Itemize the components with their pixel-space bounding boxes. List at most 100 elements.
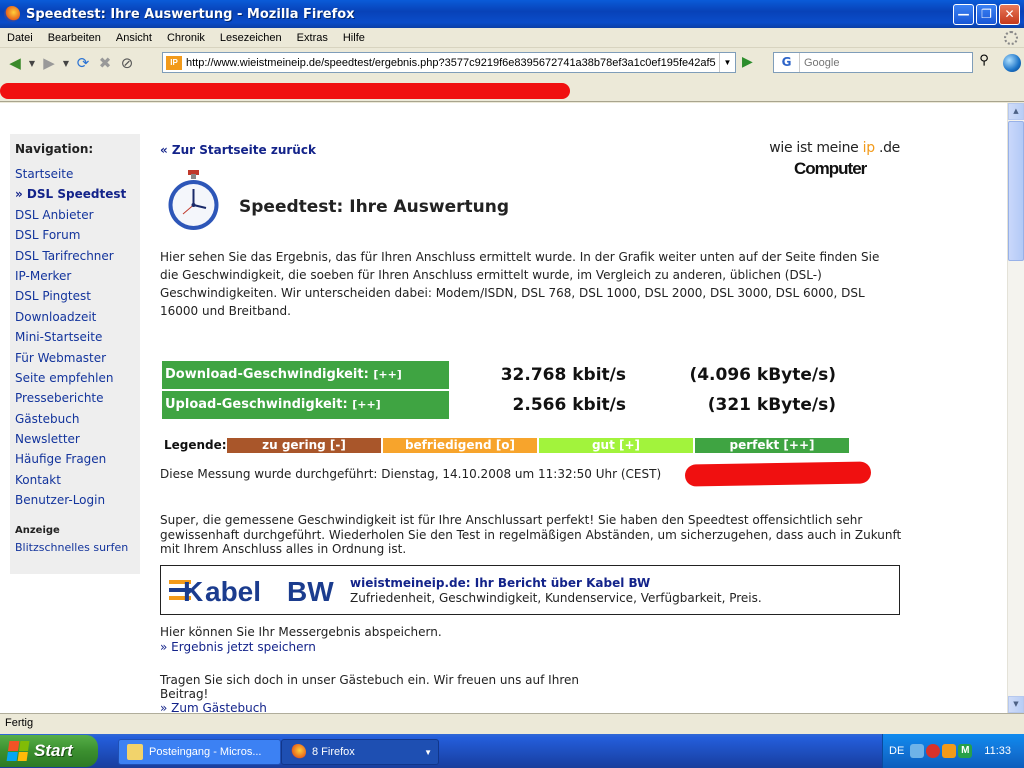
scroll-up-arrow-icon[interactable]: ▲: [1008, 103, 1024, 120]
download-grade: [++]: [373, 368, 402, 381]
site-favicon-icon: IP: [166, 55, 182, 70]
sidebar-item-dsl-tarifrechner[interactable]: DSL Tarifrechner: [15, 246, 135, 266]
sidebar-heading: Navigation:: [15, 142, 94, 156]
logo-ip-text: ip: [862, 140, 875, 156]
window-title: Speedtest: Ihre Auswertung - Mozilla Fir…: [26, 6, 355, 22]
system-tray: DE M 11:33: [882, 734, 1024, 768]
kabel-bw-banner[interactable]: K abel BW wieistmeineip.de: Ihr Bericht …: [160, 565, 900, 615]
vertical-scrollbar[interactable]: ▲ ▼: [1007, 103, 1024, 713]
sidebar-item-dsl-pingtest[interactable]: DSL Pingtest: [15, 286, 135, 306]
status-bar: Fertig: [0, 713, 1024, 734]
page-content: Navigation: Startseite » DSL Speedtest D…: [0, 103, 1007, 713]
maximize-button[interactable]: ❐: [976, 3, 997, 25]
measurement-timestamp: Diese Messung wurde durchgeführt: Dienst…: [160, 467, 662, 481]
sidebar-item-gaestebuch[interactable]: Gästebuch: [15, 409, 135, 429]
upload-row: Upload-Geschwindigkeit: [++] 2.566 kbit/…: [162, 391, 852, 421]
stop-icon[interactable]: ✖: [94, 52, 116, 74]
security-icon[interactable]: [926, 744, 941, 758]
mail-icon: [127, 744, 143, 760]
url-dropdown-button[interactable]: ▼: [719, 53, 735, 72]
menu-bar: Datei Bearbeiten Ansicht Chronik Lesezei…: [0, 28, 1024, 48]
legend-befriedigend: befriedigend [o]: [383, 437, 537, 453]
url-bar[interactable]: IP http://www.wieistmeineip.de/speedtest…: [162, 52, 736, 73]
sidebar-item-dsl-speedtest[interactable]: » DSL Speedtest: [15, 184, 135, 204]
stopwatch-icon: [168, 170, 219, 230]
site-logo[interactable]: wie ist meine ip .de Computer Bild: [740, 140, 900, 191]
sidebar-item-startseite[interactable]: Startseite: [15, 164, 135, 184]
redaction-mark-ip: [684, 461, 872, 487]
messenger-icon[interactable]: M: [958, 744, 973, 758]
menu-extras[interactable]: Extras: [290, 32, 336, 44]
go-arrow-icon[interactable]: ▶: [742, 54, 760, 72]
sidebar-item-ip-merker[interactable]: IP-Merker: [15, 266, 135, 286]
guestbook-text: Tragen Sie sich doch in unser Gästebuch …: [160, 673, 579, 701]
logo-bild-text: Bild: [796, 180, 812, 189]
forward-history-dropdown[interactable]: ▼: [60, 52, 72, 74]
menu-chronik[interactable]: Chronik: [160, 32, 213, 44]
clock-time[interactable]: 11:33: [984, 745, 1011, 757]
back-to-home-link[interactable]: « Zur Startseite zurück: [160, 143, 316, 157]
update-icon[interactable]: [942, 744, 957, 758]
minimize-button[interactable]: —: [953, 3, 974, 25]
menu-hilfe[interactable]: Hilfe: [336, 32, 373, 44]
network-icon[interactable]: [910, 744, 925, 758]
close-button[interactable]: ✕: [999, 3, 1020, 25]
kabel-logo-bw: BW: [287, 576, 334, 607]
start-button[interactable]: Start: [0, 735, 98, 767]
sidebar-nav-list: Startseite » DSL Speedtest DSL Anbieter …: [15, 164, 135, 511]
search-bar[interactable]: G: [773, 52, 973, 73]
logo-wie-text: wie ist meine: [769, 140, 863, 156]
download-row: Download-Geschwindigkeit: [++] 32.768 kb…: [162, 361, 852, 391]
back-arrow-icon[interactable]: ◀: [4, 52, 26, 74]
download-kbit: 32.768 kbit/s: [500, 365, 626, 385]
window-titlebar[interactable]: Speedtest: Ihre Auswertung - Mozilla Fir…: [0, 0, 1024, 28]
download-kbyte: (4.096 kByte/s): [689, 365, 836, 385]
kabel-bw-subtitle: Zufriedenheit, Geschwindigkeit, Kundense…: [350, 591, 762, 605]
search-magnifier-icon[interactable]: ⚲: [974, 53, 994, 72]
menu-lesezeichen[interactable]: Lesezeichen: [213, 32, 290, 44]
taskbar-item-outlook[interactable]: Posteingang - Micros...: [118, 739, 281, 765]
menu-ansicht[interactable]: Ansicht: [109, 32, 160, 44]
scroll-down-arrow-icon[interactable]: ▼: [1008, 696, 1024, 713]
bookmarks-toolbar: [0, 78, 1024, 102]
globe-icon[interactable]: [1003, 54, 1021, 72]
sidebar-item-benutzer-login[interactable]: Benutzer-Login: [15, 490, 135, 510]
guestbook-section: Tragen Sie sich doch in unser Gästebuch …: [160, 673, 580, 713]
back-history-dropdown[interactable]: ▼: [26, 52, 38, 74]
download-label-text: Download-Geschwindigkeit:: [165, 367, 369, 382]
navigation-toolbar: ◀ ▼ ▶ ▼ ⟳ ✖ ⊘ IP http://www.wieistmeinei…: [0, 48, 1024, 78]
search-engine-icon[interactable]: G: [774, 53, 800, 72]
sidebar-item-kontakt[interactable]: Kontakt: [15, 470, 135, 490]
upload-kbyte: (321 kByte/s): [707, 395, 836, 415]
sidebar-item-fuer-webmaster[interactable]: Für Webmaster: [15, 348, 135, 368]
taskbar-item-firefox[interactable]: 8 Firefox ▼: [281, 739, 439, 765]
language-indicator[interactable]: DE: [889, 745, 904, 757]
sidebar-item-newsletter[interactable]: Newsletter: [15, 429, 135, 449]
scroll-thumb[interactable]: [1008, 121, 1024, 261]
sidebar-item-presseberichte[interactable]: Presseberichte: [15, 388, 135, 408]
verdict-text: Super, die gemessene Geschwindigkeit ist…: [160, 513, 902, 556]
sidebar-item-dsl-anbieter[interactable]: DSL Anbieter: [15, 205, 135, 225]
sidebar-item-downloadzeit[interactable]: Downloadzeit: [15, 307, 135, 327]
url-text[interactable]: http://www.wieistmeineip.de/speedtest/er…: [186, 57, 719, 69]
save-result-link[interactable]: » Ergebnis jetzt speichern: [160, 640, 316, 654]
logo-de-text: .de: [874, 140, 900, 156]
speed-legend: Legende: zu gering [-] befriedigend [o] …: [164, 437, 851, 453]
search-input[interactable]: [800, 56, 972, 69]
guestbook-link[interactable]: » Zum Gästebuch: [160, 701, 267, 713]
reload-icon[interactable]: ⟳: [72, 52, 94, 74]
sidebar-item-mini-startseite[interactable]: Mini-Startseite: [15, 327, 135, 347]
kabel-bw-title[interactable]: wieistmeineip.de: Ihr Bericht über Kabel…: [350, 576, 650, 590]
forward-arrow-icon[interactable]: ▶: [38, 52, 60, 74]
sidebar-item-haeufige-fragen[interactable]: Häufige Fragen: [15, 449, 135, 469]
sidebar-navigation: Navigation: Startseite » DSL Speedtest D…: [10, 134, 140, 574]
ad-link[interactable]: Blitzschnelles surfen: [15, 541, 135, 554]
kabel-logo-k: K: [183, 576, 203, 607]
upload-label-text: Upload-Geschwindigkeit:: [165, 397, 348, 412]
home-icon[interactable]: ⊘: [116, 52, 138, 74]
upload-label: Upload-Geschwindigkeit: [++]: [162, 391, 449, 419]
menu-datei[interactable]: Datei: [0, 32, 41, 44]
sidebar-item-dsl-forum[interactable]: DSL Forum: [15, 225, 135, 245]
menu-bearbeiten[interactable]: Bearbeiten: [41, 32, 109, 44]
sidebar-item-seite-empfehlen[interactable]: Seite empfehlen: [15, 368, 135, 388]
